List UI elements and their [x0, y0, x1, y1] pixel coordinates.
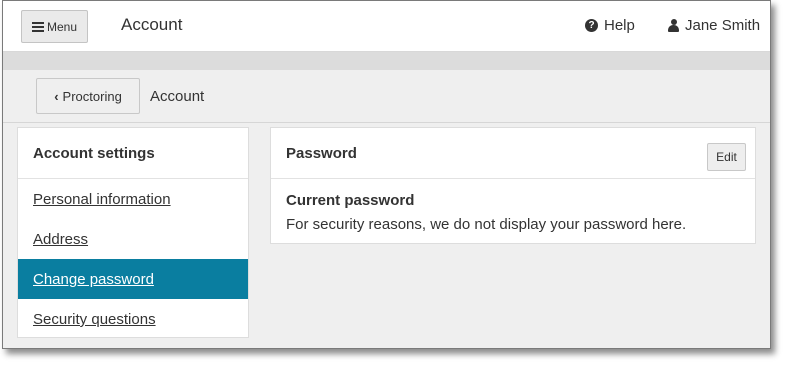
- header-divider-strip: [3, 52, 770, 70]
- edit-button[interactable]: Edit: [707, 143, 746, 171]
- password-security-note: For security reasons, we do not display …: [286, 216, 687, 233]
- menu-button-label: Menu: [46, 19, 78, 34]
- sidebar-item-address[interactable]: Address: [18, 219, 248, 259]
- sidebar-item-personal-information[interactable]: Personal information: [18, 179, 248, 219]
- menu-button[interactable]: Menu: [21, 10, 88, 43]
- back-button[interactable]: ‹ Proctoring: [36, 78, 140, 114]
- current-password-label: Current password: [286, 192, 415, 209]
- panel-title: Password: [286, 145, 357, 162]
- sidebar-item-change-password[interactable]: Change password: [18, 259, 248, 299]
- breadcrumb-current: Account: [150, 88, 205, 105]
- back-button-label: Proctoring: [62, 88, 122, 104]
- user-menu[interactable]: Jane Smith: [668, 17, 760, 34]
- account-settings-sidebar: Account settings Personal information Ad…: [17, 127, 249, 338]
- sidebar-heading: Account settings: [18, 128, 248, 179]
- password-panel: Password Edit Current password For secur…: [270, 127, 756, 244]
- help-link[interactable]: ? Help: [585, 17, 635, 34]
- top-header: Menu Account ? Help Jane Smith: [3, 1, 770, 52]
- page-title: Account: [121, 15, 183, 34]
- user-icon: [668, 19, 679, 32]
- sidebar-item-security-questions[interactable]: Security questions: [18, 299, 248, 339]
- chevron-left-icon: ‹: [54, 88, 59, 104]
- breadcrumb: ‹ Proctoring Account: [3, 70, 770, 123]
- hamburger-icon: [31, 21, 44, 32]
- help-icon: ?: [585, 19, 598, 32]
- user-name: Jane Smith: [685, 17, 761, 34]
- help-label: Help: [604, 17, 635, 34]
- panel-header: Password Edit: [271, 128, 755, 179]
- app-window: Menu Account ? Help Jane Smith ‹ Proctor…: [2, 0, 771, 349]
